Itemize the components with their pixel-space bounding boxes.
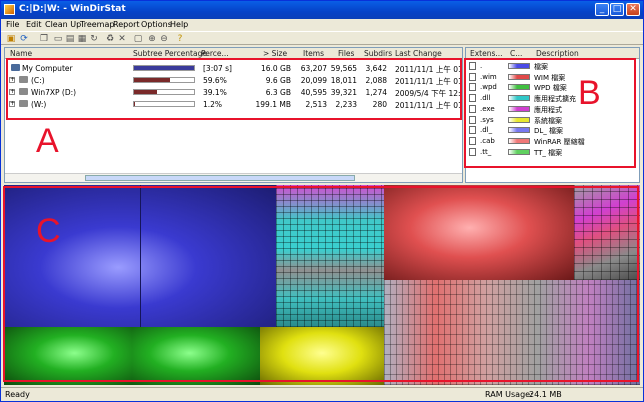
open-icon[interactable]: ▣ — [6, 34, 16, 44]
properties-icon[interactable]: ▢ — [133, 34, 143, 44]
directory-hscrollbar[interactable] — [5, 173, 462, 182]
menu-edit[interactable]: Edit — [26, 20, 42, 29]
minimize-button[interactable]: _ — [595, 3, 609, 16]
col-last-change[interactable]: Last Change — [395, 49, 442, 58]
zoom-in-icon[interactable]: ⊕ — [147, 34, 157, 44]
col-size[interactable]: > Size — [263, 49, 287, 58]
app-icon — [4, 4, 15, 15]
zoom-out-icon[interactable]: ⊖ — [159, 34, 169, 44]
menu-bar: File Edit Clean Up Treemap Report Option… — [1, 19, 643, 31]
refresh-selected-icon[interactable]: ↻ — [89, 34, 99, 44]
col-subtree[interactable]: Subtree Percentage — [133, 49, 207, 58]
title-bar[interactable]: C:|D:|W: - WinDirStat _ □ ✕ — [1, 1, 643, 19]
ram-usage-value: 24.1 MB — [529, 390, 562, 399]
ram-usage-label: RAM Usage: — [485, 390, 533, 399]
col-extension[interactable]: Extens... — [470, 49, 503, 58]
close-button[interactable]: ✕ — [626, 3, 640, 16]
open-item-icon[interactable]: ▭ — [53, 34, 63, 44]
status-bar: Ready RAM Usage: 24.1 MB — [1, 387, 643, 401]
col-percent[interactable]: Perce... — [201, 49, 229, 58]
annotation-label-b: B — [578, 74, 601, 112]
cmd-icon[interactable]: ▦ — [77, 34, 87, 44]
menu-file[interactable]: File — [6, 20, 19, 29]
annotation-box-a — [6, 58, 462, 120]
menu-options[interactable]: Options — [141, 20, 172, 29]
menu-report[interactable]: Report — [113, 20, 140, 29]
annotation-label-c: C — [36, 212, 61, 250]
annotation-label-a: A — [36, 122, 59, 160]
col-subdirs[interactable]: Subdirs — [364, 49, 392, 58]
toolbar: ▣ ⟳ ❐ ▭ ▤ ▦ ↻ ♻ ✕ ▢ ⊕ ⊖ ? — [1, 31, 643, 45]
scroll-thumb[interactable] — [85, 175, 355, 181]
refresh-icon[interactable]: ⟳ — [19, 34, 29, 44]
annotation-box-b — [464, 58, 636, 168]
recycle-icon[interactable]: ♻ — [105, 34, 115, 44]
menu-cleanup[interactable]: Clean Up — [45, 20, 81, 29]
status-text: Ready — [5, 390, 30, 399]
menu-treemap[interactable]: Treemap — [80, 20, 114, 29]
col-files[interactable]: Files — [338, 49, 354, 58]
menu-help[interactable]: Help — [170, 20, 188, 29]
explorer-icon[interactable]: ▤ — [65, 34, 75, 44]
delete-icon[interactable]: ✕ — [117, 34, 127, 44]
col-color[interactable]: C... — [510, 49, 522, 58]
copy-icon[interactable]: ❐ — [39, 34, 49, 44]
window-title: C:|D:|W: - WinDirStat — [19, 4, 126, 14]
col-items[interactable]: Items — [303, 49, 324, 58]
maximize-button[interactable]: □ — [610, 3, 624, 16]
help-icon[interactable]: ? — [175, 34, 185, 44]
col-description[interactable]: Description — [536, 49, 579, 58]
annotation-box-c — [3, 186, 639, 382]
col-name[interactable]: Name — [10, 49, 32, 58]
